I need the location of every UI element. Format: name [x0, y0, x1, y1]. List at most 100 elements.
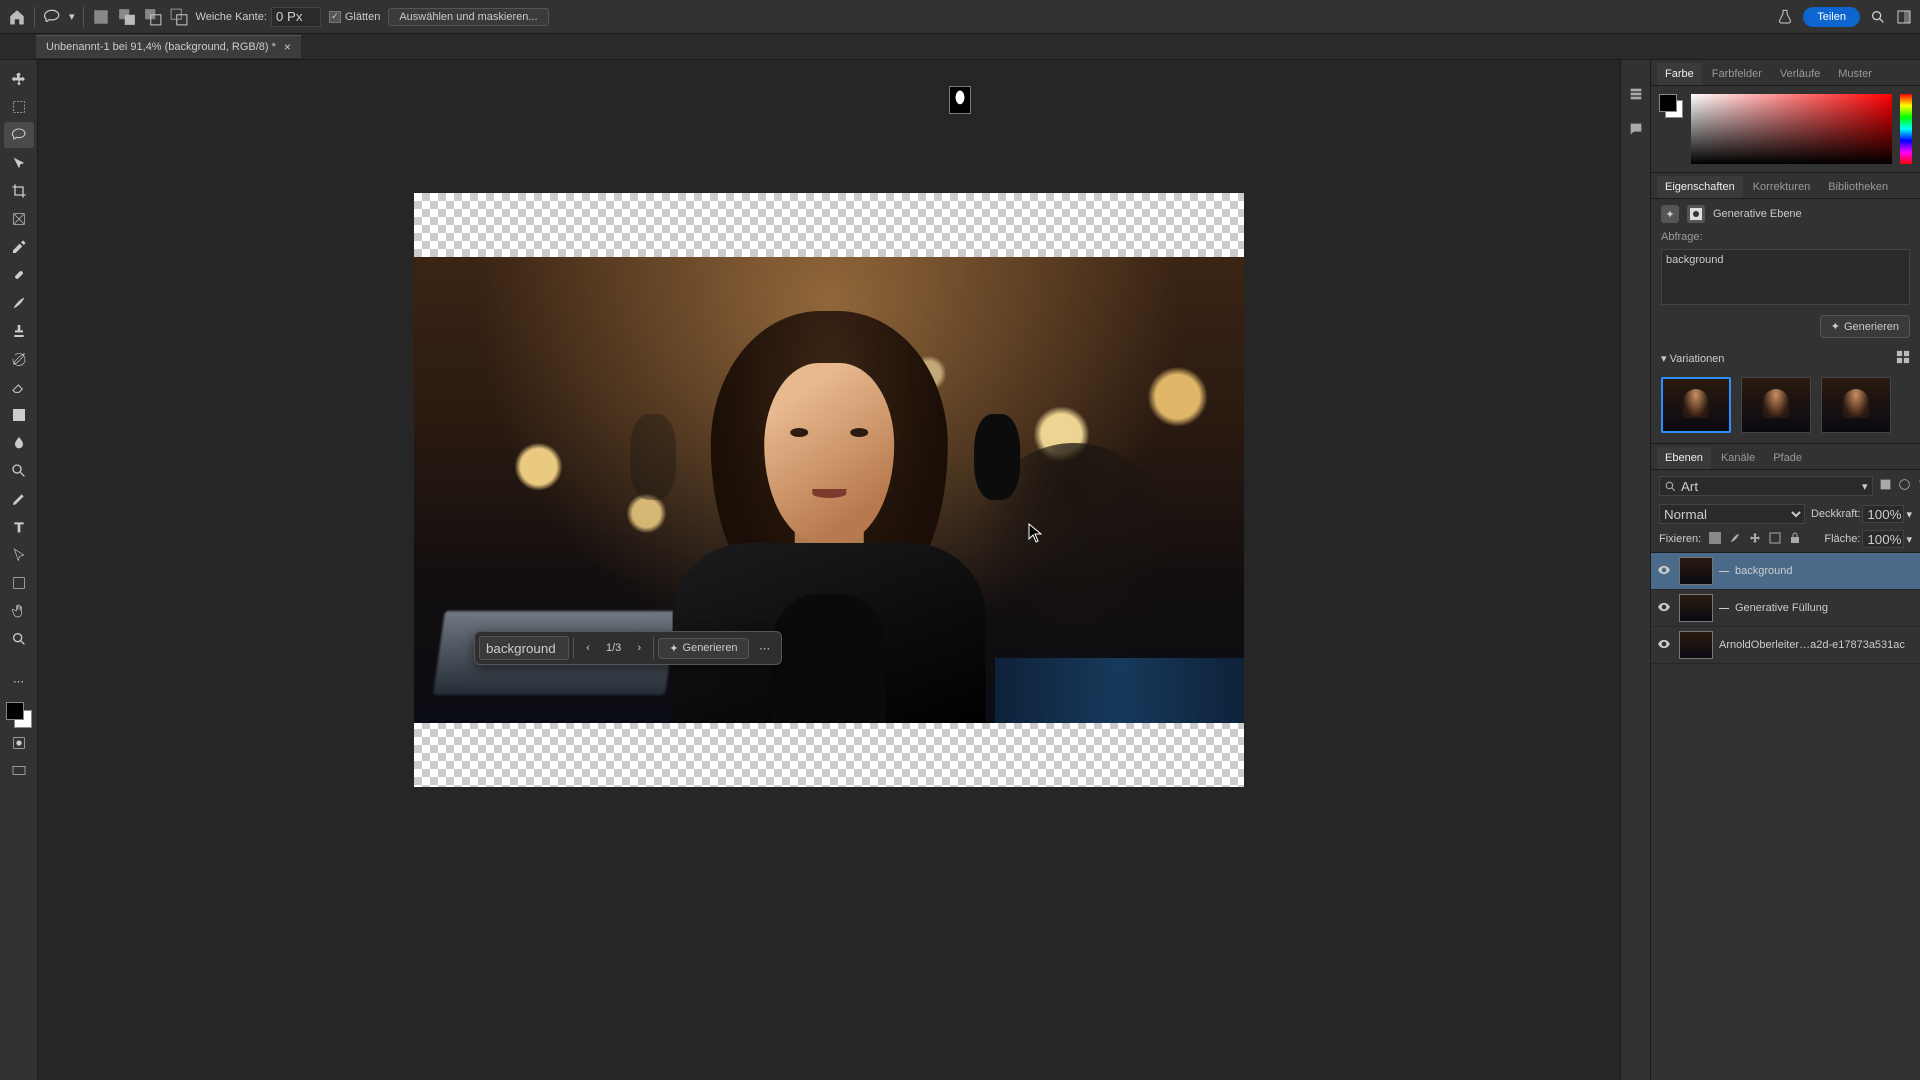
feather-input[interactable] — [271, 7, 321, 27]
lasso-tool[interactable] — [4, 122, 34, 148]
antialias-checkbox[interactable]: ✓ Glätten — [329, 11, 380, 23]
hue-slider[interactable] — [1900, 94, 1912, 164]
blur-tool[interactable] — [4, 430, 34, 456]
next-variation-button[interactable]: › — [629, 636, 649, 660]
color-swatches[interactable] — [6, 702, 32, 728]
new-selection-icon[interactable] — [92, 8, 110, 26]
layer-thumb[interactable] — [1679, 631, 1713, 659]
properties-generate-button[interactable]: ✦ Generieren — [1820, 315, 1910, 338]
path-select-tool[interactable] — [4, 542, 34, 568]
more-options-button[interactable]: ⋯ — [753, 642, 777, 655]
move-tool[interactable] — [4, 66, 34, 92]
lock-transparency-icon[interactable] — [1709, 532, 1721, 547]
dropdown-chevron-icon[interactable]: ▾ — [69, 10, 75, 23]
close-icon[interactable]: × — [284, 40, 291, 54]
chevron-down-icon[interactable]: ▾ — [1862, 480, 1868, 493]
tab-eigenschaften[interactable]: Eigenschaften — [1657, 176, 1743, 198]
document-tab[interactable]: Unbenannt-1 bei 91,4% (background, RGB/8… — [36, 35, 301, 58]
chevron-down-icon[interactable]: ▾ — [1906, 533, 1912, 546]
crop-tool[interactable] — [4, 178, 34, 204]
layers-panel-tabs: Ebenen Kanäle Pfade — [1651, 444, 1920, 470]
opacity-input[interactable] — [1862, 505, 1904, 523]
layer-name[interactable]: ArnoldOberleiter…a2d-e17873a531ac — [1719, 639, 1914, 651]
fg-bg-swatch[interactable] — [1659, 94, 1683, 118]
variation-3[interactable] — [1821, 377, 1891, 433]
variation-2[interactable] — [1741, 377, 1811, 433]
filter-type-icon[interactable] — [1917, 478, 1920, 494]
shape-tool[interactable] — [4, 570, 34, 596]
filter-adjust-icon[interactable] — [1898, 478, 1911, 494]
lock-all-icon[interactable] — [1789, 532, 1801, 547]
layer-search[interactable]: ▾ — [1659, 476, 1873, 496]
eraser-tool[interactable] — [4, 374, 34, 400]
eyedropper-tool[interactable] — [4, 234, 34, 260]
tab-verlaufe[interactable]: Verläufe — [1772, 63, 1828, 85]
tab-ebenen[interactable]: Ebenen — [1657, 447, 1711, 469]
tab-muster[interactable]: Muster — [1830, 63, 1880, 85]
beaker-icon[interactable] — [1777, 9, 1793, 25]
lock-position-icon[interactable] — [1749, 532, 1761, 547]
chevron-down-icon[interactable]: ▾ — [1906, 508, 1912, 521]
comments-panel-icon[interactable] — [1628, 121, 1644, 140]
heal-tool[interactable] — [4, 262, 34, 288]
quickmask-toggle[interactable] — [4, 730, 34, 756]
saturation-value-field[interactable] — [1691, 94, 1892, 164]
share-button[interactable]: Teilen — [1803, 7, 1860, 27]
type-tool[interactable] — [4, 514, 34, 540]
layer-name[interactable]: Generative Füllung — [1735, 602, 1914, 614]
visibility-toggle[interactable] — [1657, 600, 1673, 617]
lasso-tool-icon[interactable] — [43, 8, 61, 26]
tab-korrekturen[interactable]: Korrekturen — [1745, 176, 1818, 198]
canvas[interactable]: ‹ 1/3 › ✦ Generieren ⋯ — [414, 193, 1244, 787]
variation-1[interactable] — [1661, 377, 1731, 433]
zoom-tool[interactable] — [4, 626, 34, 652]
add-selection-icon[interactable] — [118, 8, 136, 26]
tab-farbe[interactable]: Farbe — [1657, 63, 1702, 85]
layer-row[interactable]: Generative Füllung — [1651, 590, 1920, 627]
mask-thumb[interactable] — [949, 86, 971, 114]
visibility-toggle[interactable] — [1657, 563, 1673, 580]
layer-thumb[interactable] — [1679, 594, 1713, 622]
tab-pfade[interactable]: Pfade — [1765, 447, 1810, 469]
subtract-selection-icon[interactable] — [144, 8, 162, 26]
visibility-toggle[interactable] — [1657, 637, 1673, 654]
history-panel-icon[interactable] — [1628, 86, 1644, 105]
layer-thumb[interactable] — [1679, 557, 1713, 585]
quick-select-tool[interactable] — [4, 150, 34, 176]
layer-search-input[interactable] — [1681, 479, 1858, 494]
lock-nested-icon[interactable] — [1769, 532, 1781, 547]
generate-button[interactable]: ✦ Generieren — [658, 638, 748, 659]
prompt-input[interactable] — [479, 636, 569, 660]
layer-row[interactable]: background — [1651, 553, 1920, 590]
prompt-textarea[interactable]: background — [1661, 249, 1910, 305]
hand-tool[interactable] — [4, 598, 34, 624]
gradient-tool[interactable] — [4, 402, 34, 428]
search-icon[interactable] — [1870, 9, 1886, 25]
blend-mode-select[interactable]: Normal — [1659, 504, 1805, 524]
dodge-tool[interactable] — [4, 458, 34, 484]
layer-name[interactable]: background — [1735, 565, 1914, 577]
intersect-selection-icon[interactable] — [170, 8, 188, 26]
stamp-tool[interactable] — [4, 318, 34, 344]
home-icon[interactable] — [8, 8, 26, 26]
history-brush-tool[interactable] — [4, 346, 34, 372]
filter-pixel-icon[interactable] — [1879, 478, 1892, 494]
fill-input[interactable] — [1862, 530, 1904, 548]
edit-toolbar[interactable]: ⋯ — [4, 668, 34, 694]
select-and-mask-button[interactable]: Auswählen und maskieren... — [388, 8, 548, 26]
tab-farbfelder[interactable]: Farbfelder — [1704, 63, 1770, 85]
lock-pixels-icon[interactable] — [1729, 532, 1741, 547]
pen-tool[interactable] — [4, 486, 34, 512]
grid-view-icon[interactable] — [1896, 350, 1910, 367]
marquee-tool[interactable] — [4, 94, 34, 120]
canvas-stage[interactable]: ‹ 1/3 › ✦ Generieren ⋯ — [38, 60, 1620, 1080]
tab-kanale[interactable]: Kanäle — [1713, 447, 1763, 469]
tab-bibliotheken[interactable]: Bibliotheken — [1820, 176, 1896, 198]
chevron-down-icon[interactable]: ▾ — [1661, 353, 1667, 365]
brush-tool[interactable] — [4, 290, 34, 316]
prev-variation-button[interactable]: ‹ — [578, 636, 598, 660]
layer-row[interactable]: ArnoldOberleiter…a2d-e17873a531ac — [1651, 627, 1920, 664]
screenmode-toggle[interactable] — [4, 758, 34, 784]
workspace-icon[interactable] — [1896, 9, 1912, 25]
frame-tool[interactable] — [4, 206, 34, 232]
